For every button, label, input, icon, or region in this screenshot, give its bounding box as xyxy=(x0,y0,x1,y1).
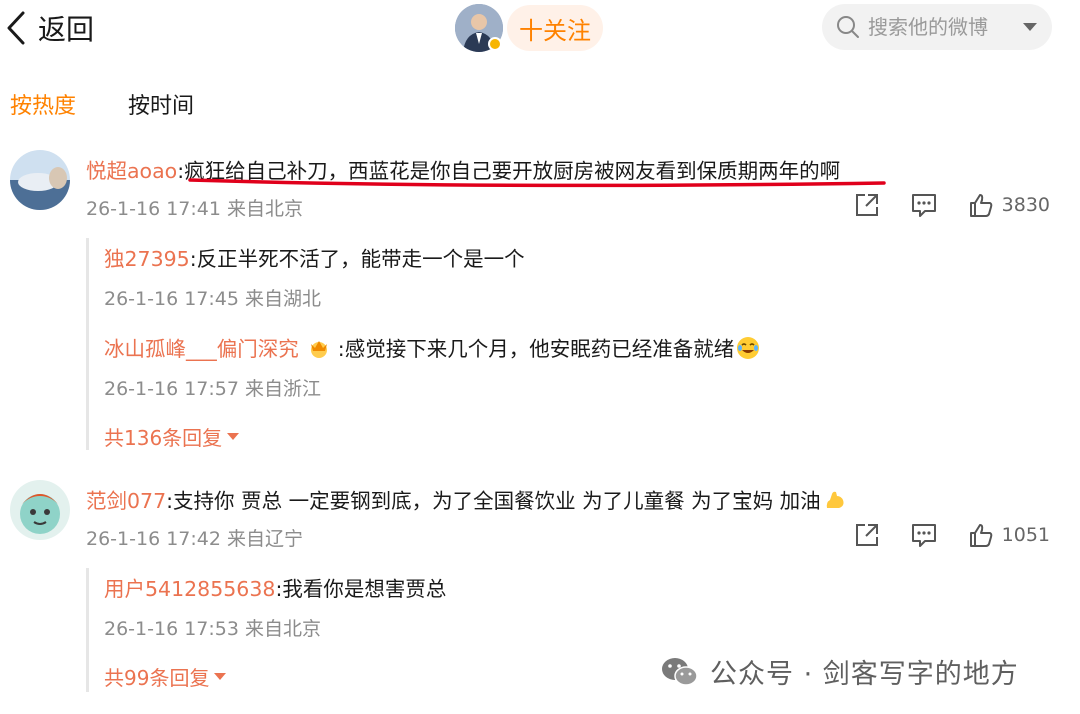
reply-meta: 26-1-16 17:45 来自湖北 xyxy=(104,288,321,310)
tab-time[interactable]: 按时间 xyxy=(128,88,194,120)
back-button[interactable]: 返回 xyxy=(6,6,94,50)
avatar[interactable] xyxy=(10,150,70,210)
search-icon xyxy=(837,16,859,38)
more-replies-link[interactable]: 共136条回复 xyxy=(104,422,240,451)
profile-follow-group: 十关注 xyxy=(455,4,603,52)
caret-down-icon xyxy=(214,673,227,680)
search-box[interactable] xyxy=(822,4,1052,50)
crown-badge-icon xyxy=(311,341,328,358)
more-replies-label: 共136条回复 xyxy=(104,426,223,450)
like-button[interactable]: 3830 xyxy=(968,192,1050,218)
comment-button[interactable] xyxy=(910,192,938,218)
reply-username[interactable]: 用户5412855638 xyxy=(104,577,275,601)
comment-text: :支持你 贾总 一定要钢到底，为了全国餐饮业 为了儿童餐 为了宝妈 加油 xyxy=(166,489,821,513)
red-underline-annotation xyxy=(188,178,886,188)
top-bar: 返回 十关注 xyxy=(0,0,1080,60)
avatar-image xyxy=(10,480,70,540)
avatar[interactable] xyxy=(10,480,70,540)
sort-tabs: 按热度 按时间 xyxy=(10,88,246,120)
reply-text: :感觉接下来几个月，他安眠药已经准备就绪 xyxy=(331,337,735,361)
verified-badge-icon xyxy=(488,37,502,51)
search-input[interactable] xyxy=(868,15,1008,39)
comment-actions: 3830 xyxy=(824,192,1050,218)
reply-text-line: 用户5412855638:我看你是想害贾总 xyxy=(104,572,446,602)
reply-text-line: 冰山孤峰___偏门深究 :感觉接下来几个月，他安眠药已经准备就绪 xyxy=(104,332,760,362)
like-count: 3830 xyxy=(1001,194,1050,216)
dropdown-arrow-icon[interactable] xyxy=(1022,22,1038,32)
like-button[interactable]: 1051 xyxy=(968,522,1050,548)
comment-username[interactable]: 悦超aoao xyxy=(86,159,177,183)
comment-meta: 26-1-16 17:41 来自北京 xyxy=(86,198,303,220)
more-replies-label: 共99条回复 xyxy=(104,666,210,690)
thumbs-up-icon xyxy=(969,524,992,547)
reply-meta: 26-1-16 17:53 来自北京 xyxy=(104,618,321,640)
flexed-biceps-emoji-icon xyxy=(826,491,844,508)
watermark-text: 公众号 · 剑客写字的地方 xyxy=(710,659,1019,690)
comment-actions: 1051 xyxy=(824,522,1050,548)
comment-meta: 26-1-16 17:42 来自辽宁 xyxy=(86,528,303,550)
share-button[interactable] xyxy=(854,522,880,548)
comment-username[interactable]: 范剑077 xyxy=(86,489,166,513)
comment-text-line: 范剑077:支持你 贾总 一定要钢到底，为了全国餐饮业 为了儿童餐 为了宝妈 加… xyxy=(86,484,847,514)
reply-text-line: 独27395:反正半死不活了，能带走一个是一个 xyxy=(104,242,525,272)
comment-icon xyxy=(911,524,936,547)
reply-username[interactable]: 冰山孤峰___偏门深究 xyxy=(104,337,299,361)
caret-down-icon xyxy=(227,433,240,440)
wechat-icon xyxy=(662,657,698,686)
watermark: 公众号 · 剑客写字的地方 xyxy=(660,652,1019,691)
chevron-left-icon xyxy=(7,11,25,45)
reply-thread: 独27395:反正半死不活了，能带走一个是一个 26-1-16 17:45 来自… xyxy=(86,238,986,450)
tab-hot[interactable]: 按热度 xyxy=(10,88,76,120)
avatar-image xyxy=(10,150,70,210)
share-icon xyxy=(855,524,878,546)
back-label: 返回 xyxy=(38,13,95,46)
share-button[interactable] xyxy=(854,192,880,218)
like-count: 1051 xyxy=(1001,524,1050,546)
comment-icon xyxy=(911,194,936,217)
laughing-tears-emoji-icon xyxy=(737,337,760,359)
follow-button[interactable]: 十关注 xyxy=(507,5,603,51)
thumbs-up-icon xyxy=(969,194,992,217)
more-replies-link[interactable]: 共99条回复 xyxy=(104,662,227,691)
reply-username[interactable]: 独27395 xyxy=(104,247,190,271)
share-icon xyxy=(855,194,878,216)
comment-button[interactable] xyxy=(910,522,938,548)
reply-text: :反正半死不活了，能带走一个是一个 xyxy=(189,247,525,271)
reply-text: :我看你是想害贾总 xyxy=(275,577,447,601)
reply-meta: 26-1-16 17:57 来自浙江 xyxy=(104,378,321,400)
